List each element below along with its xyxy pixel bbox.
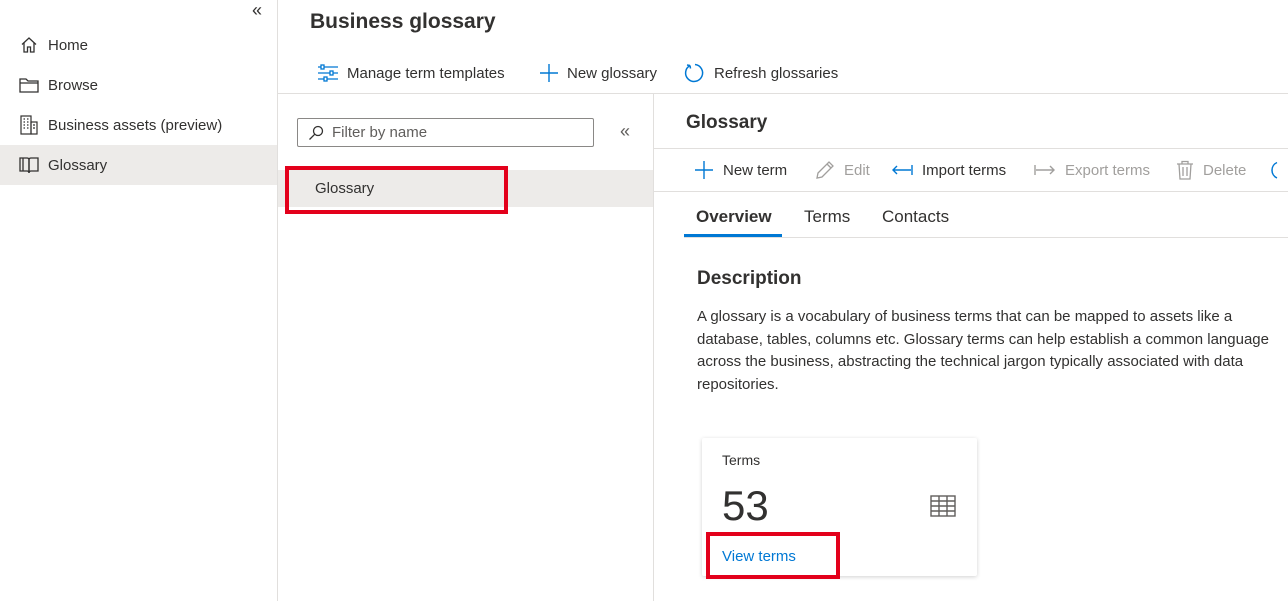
collapse-nav-button[interactable]: « bbox=[252, 0, 262, 21]
folder-icon bbox=[18, 74, 40, 96]
nav-item-label: Glossary bbox=[48, 156, 108, 174]
nav-item-label: Browse bbox=[48, 76, 99, 94]
tree-item-label: Glossary bbox=[315, 180, 375, 197]
terms-card: Terms 53 View terms bbox=[702, 438, 977, 576]
detail-tabs: Overview Terms Contacts bbox=[684, 204, 1288, 238]
active-tab-indicator bbox=[684, 234, 782, 237]
tab-contacts[interactable]: Contacts bbox=[882, 207, 949, 227]
nav-item-label: Business assets (preview) bbox=[48, 116, 223, 134]
edit-button[interactable]: Edit bbox=[815, 157, 870, 183]
sliders-icon bbox=[318, 64, 338, 82]
manage-term-templates-button[interactable]: Manage term templates bbox=[317, 60, 505, 86]
nav-item-label: Home bbox=[48, 36, 89, 54]
view-terms-link[interactable]: View terms bbox=[722, 548, 796, 565]
description-text: A glossary is a vocabulary of business t… bbox=[697, 308, 1269, 393]
building-icon bbox=[18, 114, 40, 136]
left-navigation: « Home Browse Business assets (preview) … bbox=[0, 0, 278, 601]
cmd-label: Delete bbox=[1203, 161, 1247, 179]
detail-title: Glossary bbox=[686, 112, 768, 133]
import-terms-button[interactable]: Import terms bbox=[891, 157, 1006, 183]
book-icon bbox=[18, 154, 40, 176]
tab-terms[interactable]: Terms bbox=[804, 207, 850, 227]
terms-count: 53 bbox=[722, 482, 769, 529]
plus-icon bbox=[540, 64, 558, 82]
cmd-label: Import terms bbox=[922, 161, 1007, 179]
table-icon bbox=[930, 495, 956, 517]
export-icon bbox=[1034, 165, 1055, 175]
tree-item-glossary[interactable]: Glossary bbox=[278, 170, 653, 207]
terms-card-label: Terms bbox=[722, 452, 761, 468]
collapse-tree-button[interactable]: « bbox=[620, 121, 630, 142]
cmd-label: Export terms bbox=[1065, 161, 1151, 179]
import-icon bbox=[892, 165, 913, 175]
glossary-tree-panel: « Glossary bbox=[278, 94, 654, 601]
new-term-button[interactable]: New term bbox=[694, 157, 787, 183]
home-icon bbox=[18, 34, 40, 56]
refresh-glossaries-button[interactable]: Refresh glossaries bbox=[684, 60, 838, 86]
cmd-label: New term bbox=[723, 161, 788, 179]
filter-box[interactable] bbox=[297, 118, 594, 147]
new-glossary-button[interactable]: New glossary bbox=[539, 60, 657, 86]
nav-item-business-assets[interactable]: Business assets (preview) bbox=[0, 105, 277, 145]
nav-item-glossary[interactable]: Glossary bbox=[0, 145, 277, 185]
plus-icon bbox=[695, 161, 713, 179]
filter-by-name-input[interactable] bbox=[332, 124, 582, 141]
cmd-label: Manage term templates bbox=[347, 64, 505, 82]
search-icon bbox=[309, 125, 324, 140]
detail-command-bar: New term Edit Import terms Export terms … bbox=[654, 148, 1288, 192]
nav-item-browse[interactable]: Browse bbox=[0, 65, 277, 105]
delete-button[interactable]: Delete bbox=[1176, 157, 1246, 183]
cmd-label: Edit bbox=[844, 161, 870, 179]
tab-overview[interactable]: Overview bbox=[696, 207, 772, 227]
cmd-label: New glossary bbox=[567, 64, 658, 82]
refresh-icon[interactable] bbox=[1271, 159, 1288, 181]
export-terms-button[interactable]: Export terms bbox=[1034, 157, 1150, 183]
trash-icon bbox=[1177, 160, 1193, 180]
cmd-label: Refresh glossaries bbox=[714, 64, 839, 82]
page-title: Business glossary bbox=[310, 10, 496, 33]
description-heading: Description bbox=[697, 268, 802, 289]
refresh-icon bbox=[684, 63, 704, 83]
glossary-command-bar: Manage term templates New glossary Refre… bbox=[278, 52, 1288, 94]
pencil-icon bbox=[816, 161, 834, 179]
nav-item-home[interactable]: Home bbox=[0, 25, 277, 65]
